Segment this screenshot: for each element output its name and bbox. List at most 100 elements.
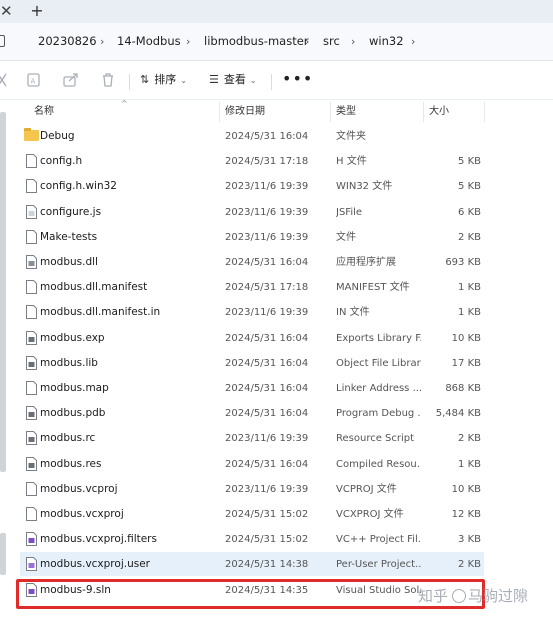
file-row[interactable]: Debug 2024/5/31 16:04 文件夹 xyxy=(20,124,484,148)
file-size: 5 KB xyxy=(458,181,481,193)
file-size: 1 KB xyxy=(458,282,481,294)
file-name: modbus.dll.manifest.in xyxy=(40,306,161,319)
file-size: 3 KB xyxy=(458,534,481,546)
new-tab-button[interactable]: + xyxy=(30,2,44,20)
watermark-right: 马驹过隙 xyxy=(468,587,529,605)
file-type: WIN32 文件 xyxy=(336,181,393,193)
column-divider[interactable] xyxy=(330,102,331,122)
column-divider[interactable] xyxy=(219,102,220,122)
file-icon xyxy=(26,381,37,395)
file-row[interactable]: modbus.pdb 2024/5/31 16:04 Program Debug .… xyxy=(20,401,484,425)
file-row[interactable]: modbus.vcproj 2023/11/6 19:39 VCPROJ 文件 10 … xyxy=(20,477,484,501)
file-icon xyxy=(26,280,37,295)
file-type: JSFile xyxy=(336,206,363,218)
file-row[interactable]: modbus.dll 2024/5/31 16:04 应用程序扩展 693 KB xyxy=(20,250,484,274)
sort-ascending-icon: ^ xyxy=(121,99,128,108)
close-tab-icon[interactable]: ✕ xyxy=(0,3,13,19)
tab-strip: ✕ + xyxy=(0,0,553,23)
rc-file-icon xyxy=(26,431,37,446)
file-name: modbus.lib xyxy=(40,356,98,369)
file-type: Linker Address ... xyxy=(336,383,421,394)
toolbar-divider xyxy=(129,74,130,90)
file-name: modbus.vcxproj.user xyxy=(40,558,150,571)
file-size: 17 KB xyxy=(451,357,481,369)
file-name: config.h xyxy=(40,155,83,168)
file-date: 2023/11/6 19:39 xyxy=(225,231,309,243)
file-row[interactable]: modbus.rc 2023/11/6 19:39 Resource Script 2… xyxy=(20,426,484,450)
file-row[interactable]: modbus.lib 2024/5/31 16:04 Object File Lib… xyxy=(20,351,484,375)
file-icon xyxy=(26,229,37,244)
file-type: Exports Library F... xyxy=(336,332,421,344)
file-name: config.h.win32 xyxy=(40,180,117,193)
file-icon xyxy=(26,179,37,194)
file-type: Program Debug ... xyxy=(336,408,421,420)
file-name: modbus.map xyxy=(40,382,109,394)
file-row[interactable]: config.h.win32 2023/11/6 19:39 WIN32 文件 5 K… xyxy=(20,174,484,198)
file-row[interactable]: modbus.vcxproj.user 2024/5/31 14:38 Per-Us… xyxy=(20,552,484,577)
chevron-down-icon: ⌄ xyxy=(249,76,257,85)
file-date: 2023/11/6 19:39 xyxy=(225,206,309,218)
file-row[interactable]: modbus.res 2024/5/31 16:04 Compiled Resou.… xyxy=(20,452,484,476)
file-date: 2024/5/31 16:04 xyxy=(225,408,309,420)
share-icon[interactable] xyxy=(63,72,79,88)
breadcrumb-item-src[interactable]: src xyxy=(323,34,340,49)
file-row[interactable]: modbus.dll.manifest.in 2023/11/6 19:39 IN … xyxy=(20,300,484,324)
column-name-header[interactable]: 名称 xyxy=(34,106,54,118)
rename-icon[interactable]: A xyxy=(27,72,41,88)
nav-pane-scrollbar-lower[interactable] xyxy=(0,533,6,575)
file-size: 1 KB xyxy=(458,307,481,319)
chevron-right-icon[interactable]: › xyxy=(100,34,104,49)
file-row[interactable]: modbus.vcxproj 2024/5/31 15:02 VCXPROJ 文件 1… xyxy=(20,502,484,526)
file-row[interactable]: config.h 2024/5/31 17:18 H 文件 5 KB xyxy=(20,149,484,173)
more-options-button[interactable]: ••• xyxy=(282,71,313,87)
breadcrumb-item-20230826[interactable]: 20230826 xyxy=(38,34,97,49)
file-date: 2023/11/6 19:39 xyxy=(225,433,309,445)
folder-icon xyxy=(24,128,39,141)
watermark: 知乎 马驹过隙 xyxy=(418,585,528,606)
file-date: 2024/5/31 16:04 xyxy=(225,357,309,369)
this-pc-icon[interactable] xyxy=(0,35,5,47)
column-type-header[interactable]: 类型 xyxy=(336,106,356,118)
file-size: 1 KB xyxy=(458,458,481,470)
delete-icon[interactable] xyxy=(101,72,115,88)
nav-pane-scrollbar[interactable] xyxy=(0,112,6,472)
file-name: modbus.dll xyxy=(40,256,98,268)
file-row[interactable]: modbus.dll.manifest 2024/5/31 17:18 MANIFE… xyxy=(20,275,484,299)
file-row[interactable]: modbus.map 2024/5/31 16:04 Linker Address … xyxy=(20,376,484,400)
file-row[interactable]: modbus.exp 2024/5/31 16:04 Exports Library… xyxy=(20,326,484,350)
column-divider[interactable] xyxy=(423,102,424,122)
file-icon xyxy=(26,481,37,496)
view-button[interactable]: ☰ 查看 ⌄ xyxy=(209,72,257,89)
file-row[interactable]: modbus.vcxproj.filters 2024/5/31 15:02 VC+… xyxy=(20,527,484,551)
file-name: modbus.vcxproj xyxy=(40,508,124,520)
file-type: Resource Script xyxy=(336,433,415,445)
address-bar[interactable]: 20230826 › 14-Modbus › libmodbus-master … xyxy=(0,23,553,61)
file-type: VC++ Project Fil... xyxy=(336,534,421,546)
file-date: 2024/5/31 15:02 xyxy=(225,509,309,520)
column-size-header[interactable]: 大小 xyxy=(429,106,449,118)
toolbar-divider xyxy=(271,74,272,90)
script-file-icon xyxy=(26,204,37,219)
chevron-right-icon[interactable]: › xyxy=(351,34,355,49)
file-type: VCXPROJ 文件 xyxy=(336,509,404,520)
file-date: 2024/5/31 15:02 xyxy=(225,534,309,546)
cut-icon[interactable] xyxy=(0,72,8,88)
file-type: IN 文件 xyxy=(336,307,370,319)
column-divider[interactable] xyxy=(484,102,485,122)
file-name: modbus.pdb xyxy=(40,407,106,420)
breadcrumb-item-win32[interactable]: win32 xyxy=(369,34,404,49)
chevron-right-icon[interactable]: › xyxy=(411,34,415,49)
column-date-header[interactable]: 修改日期 xyxy=(225,106,265,118)
sort-button[interactable]: ⇅ 排序 ⌄ xyxy=(140,72,187,89)
file-row[interactable]: configure.js 2023/11/6 19:39 JSFile 6 KB xyxy=(20,200,484,224)
breadcrumb-item-libmodbus-master[interactable]: libmodbus-master xyxy=(204,34,309,49)
file-name: modbus.vcxproj.filters xyxy=(40,533,157,546)
breadcrumb-item-14-modbus[interactable]: 14-Modbus xyxy=(117,34,181,49)
file-date: 2024/5/31 17:18 xyxy=(225,282,309,294)
file-row[interactable]: Make-tests 2023/11/6 19:39 文件 2 KB xyxy=(20,225,484,249)
chevron-right-icon[interactable]: › xyxy=(186,34,190,49)
chevron-down-icon: ⌄ xyxy=(180,76,187,85)
file-name: modbus.rc xyxy=(40,432,96,445)
chevron-right-icon[interactable]: › xyxy=(305,34,309,49)
file-date: 2024/5/31 14:38 xyxy=(225,559,309,571)
